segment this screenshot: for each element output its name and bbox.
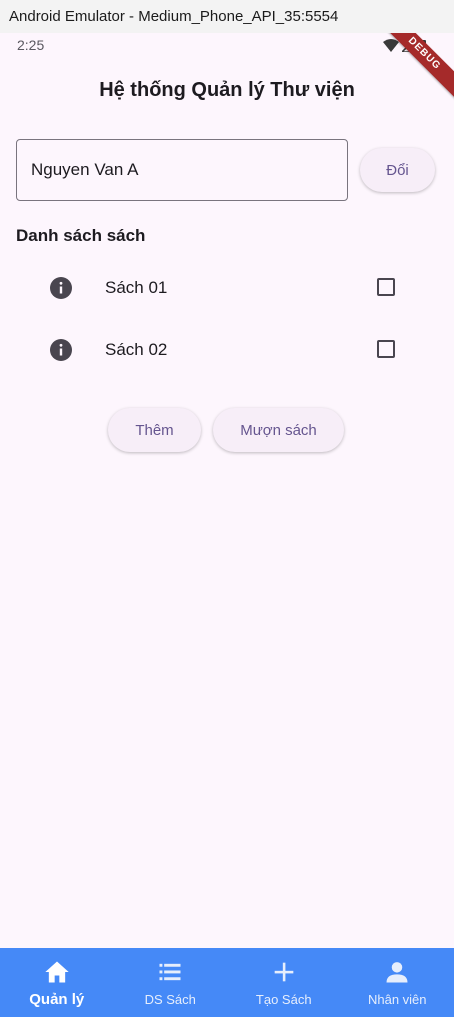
info-icon[interactable] bbox=[49, 276, 73, 300]
bottom-navigation: Quản lý DS Sách Tạo Sách Nhân viên bbox=[0, 948, 454, 1017]
nav-label: Quản lý bbox=[29, 991, 85, 1008]
book-list-title: Danh sách sách bbox=[16, 226, 146, 245]
borrow-button[interactable]: Mượn sách bbox=[213, 408, 344, 452]
person-icon bbox=[386, 962, 408, 983]
add-button[interactable]: Thêm bbox=[108, 408, 201, 452]
book-title: Sách 01 bbox=[105, 278, 168, 297]
name-input[interactable] bbox=[16, 139, 348, 201]
home-icon bbox=[45, 961, 69, 983]
list-item[interactable]: Sách 02 bbox=[0, 322, 454, 378]
nav-label: DS Sách bbox=[144, 992, 196, 1007]
add-icon bbox=[274, 962, 294, 982]
info-icon[interactable] bbox=[49, 338, 73, 362]
window-title: Android Emulator - Medium_Phone_API_35:5… bbox=[0, 0, 454, 33]
list-item[interactable]: Sách 01 bbox=[0, 260, 454, 316]
change-button[interactable]: Đổi bbox=[360, 148, 435, 192]
wifi-icon bbox=[383, 39, 399, 52]
nav-item-staff[interactable]: Nhân viên bbox=[341, 948, 454, 1017]
nav-label: Tạo Sách bbox=[255, 992, 312, 1007]
status-time: 2:25 bbox=[17, 37, 45, 53]
book-checkbox[interactable] bbox=[377, 340, 395, 358]
app-screen: 2:25 DEBUG Hệ thống Quản lý Thư viện Đổi… bbox=[0, 33, 454, 1017]
book-title: Sách 02 bbox=[105, 340, 168, 359]
book-checkbox[interactable] bbox=[377, 278, 395, 296]
nav-item-manage[interactable]: Quản lý bbox=[0, 948, 114, 1017]
nav-label: Nhân viên bbox=[367, 992, 427, 1007]
page-title: Hệ thống Quản lý Thư viện bbox=[99, 79, 355, 101]
list-icon bbox=[159, 963, 181, 981]
nav-item-create[interactable]: Tạo Sách bbox=[227, 948, 341, 1017]
nav-item-books[interactable]: DS Sách bbox=[114, 948, 228, 1017]
